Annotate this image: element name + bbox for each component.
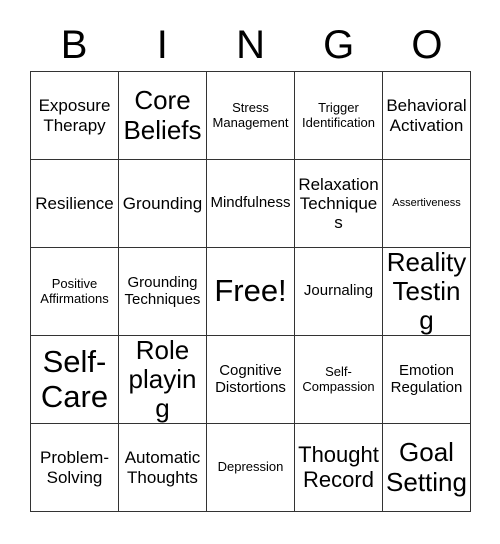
bingo-cell-label: Grounding Techniques (124, 273, 201, 308)
bingo-cell-label: Mindfulness (210, 194, 291, 212)
bingo-cell-label: Depression (217, 459, 284, 475)
bingo-cell[interactable]: Goal Setting (383, 424, 471, 512)
bingo-cell-label: Core Beliefs (123, 85, 202, 145)
bingo-cell-label: Stress Management (212, 99, 289, 130)
bingo-cell[interactable]: Reality Testing (383, 248, 471, 336)
bingo-cell-label: Journaling (303, 282, 374, 300)
bingo-cell-label: Assertiveness (392, 197, 461, 210)
bingo-cell[interactable]: Behavioral Activation (383, 72, 471, 160)
bingo-card: B I N G O Exposure Therapy Core Beliefs St… (30, 18, 471, 512)
bingo-cell-label: Exposure Therapy (38, 96, 111, 135)
bingo-cell[interactable]: Trigger Identification (295, 72, 383, 160)
bingo-header-letter-i: I (156, 22, 168, 67)
bingo-cell[interactable]: Mindfulness (207, 160, 295, 248)
bingo-cell-label: Thought Record (298, 441, 379, 492)
bingo-header-letter-n: N (236, 22, 265, 67)
bingo-cell[interactable]: Relaxation Techniques (295, 160, 383, 248)
bingo-cell[interactable]: Thought Record (295, 424, 383, 512)
bingo-cell[interactable]: Emotion Regulation (383, 336, 471, 424)
bingo-cell[interactable]: Assertiveness (383, 160, 471, 248)
bingo-cell[interactable]: Stress Management (207, 72, 295, 160)
bingo-cell[interactable]: Depression (207, 424, 295, 512)
bingo-cell[interactable]: Cognitive Distortions (207, 336, 295, 424)
bingo-header-letter-b: B (60, 22, 88, 67)
bingo-cell-label: Reality Testing (386, 248, 467, 336)
bingo-header-letter-o: O (411, 22, 443, 67)
bingo-cell-label: Relaxation Techniques (298, 174, 379, 233)
bingo-cell[interactable]: Self- Compassion (295, 336, 383, 424)
bingo-cell[interactable]: Exposure Therapy (31, 72, 119, 160)
bingo-cell-label: Behavioral Activation (386, 96, 467, 135)
bingo-cell[interactable]: Grounding Techniques (119, 248, 207, 336)
bingo-cell-label: Resilience (35, 193, 114, 213)
bingo-cell[interactable]: Core Beliefs (119, 72, 207, 160)
bingo-grid: Exposure Therapy Core Beliefs Stress Manag… (30, 71, 471, 512)
bingo-cell-label: Self- Care (40, 343, 109, 414)
bingo-cell[interactable]: Grounding (119, 160, 207, 248)
bingo-cell[interactable]: Free! (207, 248, 295, 336)
bingo-cell-label: Self- Compassion (302, 363, 375, 394)
bingo-cell-label: Trigger Identification (302, 99, 375, 130)
bingo-cell-label: Problem- Solving (40, 448, 109, 487)
bingo-cell[interactable]: Self- Care (31, 336, 119, 424)
bingo-cell[interactable]: Automatic Thoughts (119, 424, 207, 512)
bingo-cell-label: Emotion Regulation (390, 361, 463, 396)
bingo-cell-label: Positive Affirmations (40, 275, 109, 306)
bingo-cell[interactable]: Positive Affirmations (31, 248, 119, 336)
bingo-cell[interactable]: Journaling (295, 248, 383, 336)
bingo-cell-label: Free! (214, 273, 287, 309)
bingo-header: B I N G O (30, 18, 471, 71)
bingo-cell[interactable]: Problem- Solving (31, 424, 119, 512)
bingo-cell[interactable]: Resilience (31, 160, 119, 248)
bingo-cell-label: Goal Setting (386, 437, 467, 497)
bingo-cell-label: Grounding (122, 193, 203, 213)
bingo-cell-label: Automatic Thoughts (124, 448, 201, 487)
bingo-cell-label: Cognitive Distortions (215, 361, 286, 396)
bingo-header-letter-g: G (323, 22, 355, 67)
bingo-cell-label: Role playing (128, 336, 197, 424)
bingo-cell[interactable]: Role playing (119, 336, 207, 424)
